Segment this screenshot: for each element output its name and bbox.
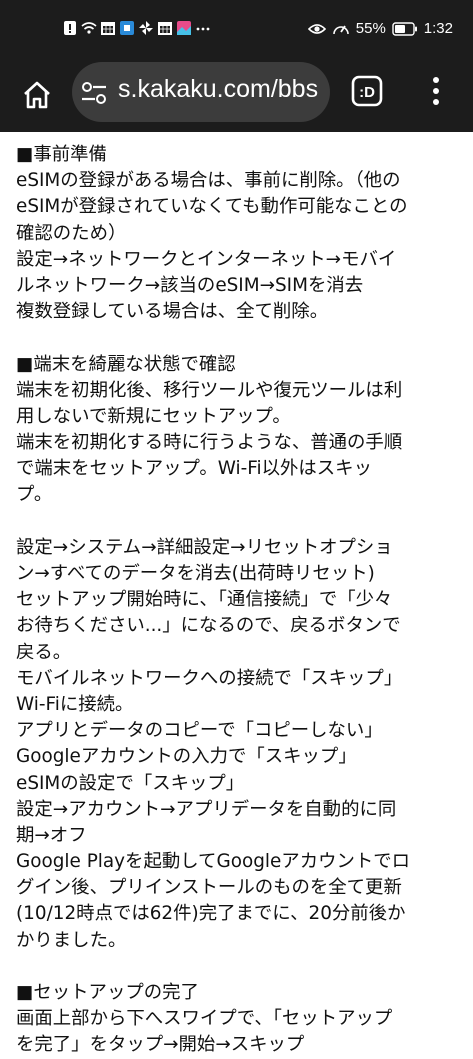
- battery-icon: [392, 21, 417, 36]
- more-options-icon[interactable]: [424, 74, 448, 110]
- text-line: 端末を初期化する時に行うような、普通の手順: [16, 432, 403, 454]
- clock: 1:32: [423, 20, 453, 37]
- speedometer-icon: [332, 25, 349, 34]
- text-line: ルネットワーク→該当のeSIM→SIMを消去: [16, 274, 364, 296]
- text-line: 設定→システム→詳細設定→リセットオプショ: [16, 536, 393, 558]
- text-line: アプリとデータのコピーで「コピーしない」: [16, 720, 383, 742]
- system-indicators: 55% 1:32: [307, 20, 453, 37]
- home-icon: [24, 81, 50, 109]
- text-line: Wi-Fiに接続。: [16, 693, 134, 715]
- app-icon: [120, 21, 134, 35]
- alert-icon: [64, 21, 76, 35]
- text-line: を完了」をタップ→開始→スキップ: [16, 1034, 305, 1056]
- url-text[interactable]: s.kakaku.com/bbs: [118, 75, 323, 104]
- text-line: かりました。: [16, 929, 127, 951]
- text-line: グイン後、プリインストールのものを全て更新: [16, 877, 402, 899]
- text-line: 複数登録している場合は、全て削除。: [16, 301, 329, 323]
- text-line: eSIMの設定で「スキップ」: [16, 772, 245, 794]
- text-line: お待ちください...」になるので、戻るボタンで: [16, 615, 401, 637]
- notification-icons: [62, 20, 211, 36]
- text-line: ■端末を綺麗な状態で確認: [16, 353, 236, 375]
- text-line: で端末をセットアップ。Wi-Fi以外はスキッ: [16, 458, 372, 480]
- page-info-icon[interactable]: [80, 80, 108, 106]
- battery-percent: 55%: [355, 20, 386, 37]
- text-line: モバイルネットワークへの接続で「スキップ」: [16, 667, 403, 689]
- text-line: 戻る。: [16, 641, 72, 663]
- text-line: 端末を初期化後、移行ツールや復元ツールは利: [16, 379, 403, 401]
- text-line: 設定→アカウント→アプリデータを自動的に同: [16, 798, 397, 820]
- post-content: ■事前準備 eSIMの登録がある場合は、事前に削除。（他の eSIMが登録されて…: [16, 142, 466, 1059]
- text-line: 確認のため）: [16, 222, 127, 244]
- home-button[interactable]: [16, 74, 58, 116]
- more-notifications-icon: [196, 27, 210, 31]
- text-line: 設定→ネットワークとインターネット→モバイ: [16, 248, 397, 270]
- svg-text::D: :D: [359, 84, 375, 101]
- tab-switcher-icon[interactable]: :D: [350, 74, 384, 108]
- text-line: 期→オフ: [16, 824, 87, 846]
- text-line: eSIMの登録がある場合は、事前に削除。（他の: [16, 170, 401, 192]
- status-bar: 55% 1:32: [0, 0, 473, 58]
- text-line: eSIMが登録されていなくても動作可能なことの: [16, 196, 408, 218]
- text-line: ン→すべてのデータを消去(出荷時リセット): [16, 563, 375, 584]
- text-line: セットアップ開始時に、「通信接続」で「少々: [16, 589, 393, 611]
- text-line: 用しないで新規にセットアップ。: [16, 405, 291, 427]
- text-line: 画面上部から下へスワイプで、「セットアップ: [16, 1008, 393, 1030]
- text-line: (10/12時点では62件)完了までに、20分前後か: [16, 903, 406, 925]
- text-line: Google Playを起動してGoogleアカウントでロ: [16, 851, 411, 873]
- gallery-icon: [177, 21, 191, 35]
- calendar-icon: [158, 22, 172, 35]
- text-line: Googleアカウントの入力で「スキップ」: [16, 746, 357, 768]
- pinwheel-icon: [139, 21, 153, 35]
- text-line: プ。: [16, 484, 53, 506]
- browser-toolbar: s.kakaku.com/bbs :D: [0, 58, 473, 132]
- text-line: ■事前準備: [16, 144, 107, 165]
- wifi-icon: [81, 22, 97, 34]
- address-bar[interactable]: s.kakaku.com/bbs: [72, 62, 330, 122]
- calendar-icon: [101, 22, 115, 35]
- text-line: ■セットアップの完了: [16, 982, 199, 1003]
- eye-icon: [307, 23, 326, 34]
